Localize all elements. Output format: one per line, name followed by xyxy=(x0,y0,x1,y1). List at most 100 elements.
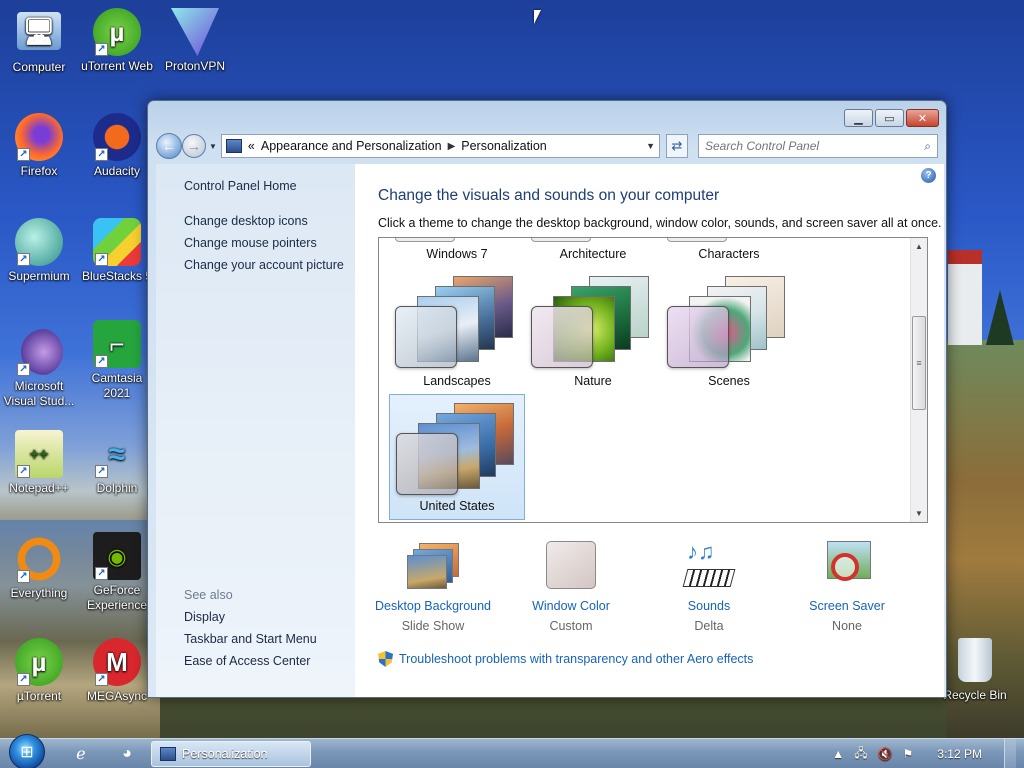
desktop-icon-label: uTorrent Web xyxy=(81,59,153,73)
control-panel-icon xyxy=(225,139,242,153)
theme-nature[interactable]: Nature xyxy=(525,268,661,394)
desktop-icon-protonvpn[interactable]: ProtonVPN xyxy=(156,8,234,74)
desktop-icon-label: Supermium xyxy=(8,269,70,283)
change-mouse-pointers-link[interactable]: Change mouse pointers xyxy=(184,236,355,250)
theme-thumbnail xyxy=(396,403,520,495)
address-bar[interactable]: « Appearance and Personalization ▶ Perso… xyxy=(220,134,660,158)
desktop-icon-bluestacks[interactable]: ↗ BlueStacks 5 xyxy=(78,218,156,284)
desktop-icon-everything[interactable]: ↗ Everything xyxy=(0,535,78,601)
scroll-down-icon[interactable]: ▼ xyxy=(911,505,927,522)
breadcrumb-personalization[interactable]: Personalization xyxy=(461,139,546,153)
supermium-icon: ↗ xyxy=(15,218,63,266)
desktop-icon-utorrent-web[interactable]: µ ↗ uTorrent Web xyxy=(78,8,156,74)
scroll-up-icon[interactable]: ▲ xyxy=(911,238,927,255)
show-desktop-button[interactable] xyxy=(1004,739,1016,768)
control-panel-home-link[interactable]: Control Panel Home xyxy=(184,179,355,193)
screen-saver-value: None xyxy=(832,619,862,633)
desktop-icon-recycle-bin[interactable]: Recycle Bin xyxy=(936,638,1014,703)
back-button[interactable]: ← xyxy=(156,133,182,159)
theme-architecture[interactable]: Architecture xyxy=(525,247,661,261)
search-input[interactable] xyxy=(705,139,925,153)
address-dropdown-icon[interactable]: ▼ xyxy=(646,141,655,151)
network-icon[interactable]: 🖧 xyxy=(854,744,867,765)
clock[interactable]: 3:12 PM xyxy=(937,747,982,761)
page-subtitle: Click a theme to change the desktop back… xyxy=(378,216,942,230)
control-panel-icon xyxy=(160,747,176,761)
search-box[interactable]: ⌕ xyxy=(698,134,938,158)
theme-characters[interactable]: Characters xyxy=(661,247,797,261)
shortcut-arrow-icon: ↗ xyxy=(95,253,108,266)
main-pane: ? Change the visuals and sounds on your … xyxy=(355,164,944,697)
theme-thumbnail-partial xyxy=(531,238,591,242)
desktop-icon-geforce[interactable]: ◉ ↗ GeForce Experience xyxy=(78,532,156,613)
change-desktop-icons-link[interactable]: Change desktop icons xyxy=(184,214,355,228)
desktop-icon-megasync[interactable]: M ↗ MEGAsync xyxy=(78,638,156,704)
page-title: Change the visuals and sounds on your co… xyxy=(378,187,720,204)
desktop-icon-label: ProtonVPN xyxy=(164,59,226,73)
sounds-icon: ♪♫ xyxy=(681,539,737,591)
screen-saver-setting[interactable]: Screen Saver None xyxy=(782,541,912,633)
recent-pages-dropdown-icon[interactable]: ▼ xyxy=(209,142,217,151)
refresh-button[interactable]: ⇄ xyxy=(666,134,688,158)
help-icon[interactable]: ? xyxy=(921,168,936,183)
close-button[interactable]: ✕ xyxy=(906,109,939,127)
desktop-background-link[interactable]: Desktop Background xyxy=(368,599,498,613)
change-account-picture-link[interactable]: Change your account picture xyxy=(184,258,355,272)
address-overflow[interactable]: « xyxy=(248,139,255,153)
desktop-icon-camtasia[interactable]: ⌐ ↗ Camtasia 2021 xyxy=(78,320,156,401)
sounds-setting[interactable]: ♪♫ Sounds Delta xyxy=(644,539,774,633)
personalization-window[interactable]: ▁ ▭ ✕ ← → ▼ « Appearance and Personaliza… xyxy=(147,100,947,698)
ease-of-access-link[interactable]: Ease of Access Center xyxy=(184,654,317,668)
desktop-background-setting[interactable]: Desktop Background Slide Show xyxy=(368,541,498,633)
everything-icon: ↗ xyxy=(15,535,63,583)
theme-label: Scenes xyxy=(708,374,750,388)
desktop-icon-label: Dolphin xyxy=(96,481,138,495)
mouse-cursor xyxy=(534,10,541,24)
screen-saver-link[interactable]: Screen Saver xyxy=(782,599,912,613)
desktop-icon-firefox[interactable]: ↗ Firefox xyxy=(0,113,78,179)
shortcut-arrow-icon: ↗ xyxy=(17,253,30,266)
desktop-icon-computer[interactable]: 🖥 Computer xyxy=(0,8,78,75)
sounds-link[interactable]: Sounds xyxy=(644,599,774,613)
minimize-button[interactable]: ▁ xyxy=(844,109,873,127)
volume-muted-icon[interactable]: 🔇 xyxy=(878,747,893,761)
maximize-button[interactable]: ▭ xyxy=(875,109,904,127)
desktop-icon-label: Audacity xyxy=(93,164,141,178)
theme-list[interactable]: Windows 7 Architecture Characters Landsc… xyxy=(378,237,928,523)
desktop-icon-audacity[interactable]: ↗ Audacity xyxy=(78,113,156,179)
internet-explorer-icon[interactable]: ℯ xyxy=(64,742,98,766)
scrollbar-thumb[interactable]: ≡ xyxy=(912,316,926,410)
shortcut-arrow-icon: ↗ xyxy=(95,673,108,686)
recycle-bin-icon xyxy=(958,638,992,682)
theme-list-scrollbar[interactable]: ▲ ≡ ▼ xyxy=(910,238,927,522)
breadcrumb-appearance[interactable]: Appearance and Personalization xyxy=(261,139,442,153)
desktop-icon-dolphin[interactable]: ≈ ↗ Dolphin xyxy=(78,430,156,496)
see-also-header: See also xyxy=(184,588,233,602)
taskbar: ⊞ ℯ ◕ Personalization ▲ 🖧 🔇 ⚑ 3:12 PM xyxy=(0,734,1024,768)
desktop-icon-visual-studio[interactable]: ↗ Microsoft Visual Stud... xyxy=(0,328,78,409)
theme-landscapes[interactable]: Landscapes xyxy=(389,268,525,394)
action-center-flag-icon[interactable]: ⚑ xyxy=(903,747,914,761)
navigation-bar: ← → ▼ « Appearance and Personalization ▶… xyxy=(156,131,938,161)
theme-windows-7[interactable]: Windows 7 xyxy=(389,247,525,261)
system-tray: ▲ 🖧 🔇 ⚑ 3:12 PM xyxy=(832,739,1024,768)
theme-scenes[interactable]: Scenes xyxy=(661,268,797,394)
notepadpp-icon: ++ ↗ xyxy=(15,430,63,478)
show-hidden-icons-icon[interactable]: ▲ xyxy=(832,747,844,761)
taskbar-personalization-button[interactable]: Personalization xyxy=(151,741,311,767)
shortcut-arrow-icon: ↗ xyxy=(95,465,108,478)
search-icon[interactable]: ⌕ xyxy=(924,139,931,154)
start-button[interactable]: ⊞ xyxy=(9,734,45,768)
taskbar-start-menu-link[interactable]: Taskbar and Start Menu xyxy=(184,632,317,646)
supermium-taskbar-icon[interactable]: ◕ xyxy=(110,742,144,766)
display-link[interactable]: Display xyxy=(184,610,317,624)
window-color-link[interactable]: Window Color xyxy=(506,599,636,613)
troubleshoot-link[interactable]: Troubleshoot problems with transparency … xyxy=(399,652,753,666)
desktop-icon-utorrent[interactable]: µ ↗ µTorrent xyxy=(0,638,78,704)
breadcrumb-separator-icon[interactable]: ▶ xyxy=(448,141,456,152)
theme-united-states[interactable]: United States xyxy=(389,394,525,520)
forward-button[interactable]: → xyxy=(182,134,206,158)
desktop-icon-notepadpp[interactable]: ++ ↗ Notepad++ xyxy=(0,430,78,496)
desktop-icon-supermium[interactable]: ↗ Supermium xyxy=(0,218,78,284)
window-color-setting[interactable]: Window Color Custom xyxy=(506,541,636,633)
